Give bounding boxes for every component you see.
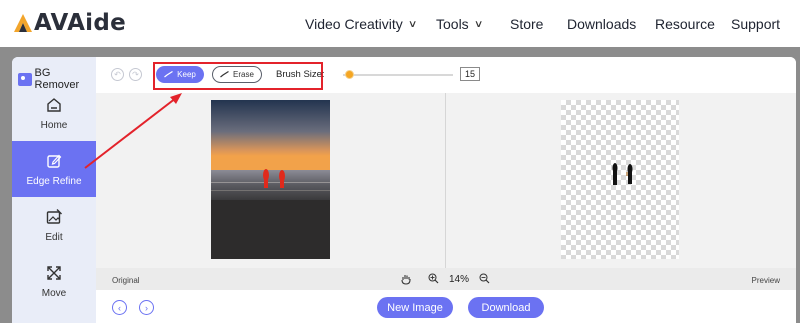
- sidebar-item-home[interactable]: Home: [12, 85, 96, 141]
- sidebar: BG Remover Home Edge Refine Edit Move: [12, 57, 96, 323]
- undo-icon: ↶: [114, 70, 121, 79]
- brush-size-label: Brush Size:: [276, 69, 325, 80]
- cutout-figures: [612, 163, 633, 185]
- sidebar-item-label: Edge Refine: [26, 175, 82, 187]
- brush-size-slider-thumb[interactable]: [344, 70, 354, 79]
- next-button[interactable]: ›: [139, 300, 154, 315]
- logo-mark-icon: [14, 14, 32, 32]
- status-bar: Original 14% Preview: [96, 268, 796, 290]
- sidebar-item-label: Home: [40, 119, 68, 131]
- eraser-icon: [220, 71, 229, 78]
- canvas-area: [96, 93, 796, 268]
- sidebar-item-edit[interactable]: Edit: [12, 197, 96, 253]
- sidebar-item-label: Edit: [45, 231, 63, 243]
- sunset-beach-photo: [211, 100, 330, 259]
- erase-label: Erase: [233, 70, 254, 79]
- preview-label: Preview: [751, 276, 780, 285]
- nav-downloads[interactable]: Downloads: [567, 16, 636, 32]
- chevron-left-icon: ‹: [118, 302, 121, 313]
- zoom-level: 14%: [449, 274, 470, 285]
- bottom-bar: ‹ › New Image Download: [96, 290, 796, 323]
- original-label: Original: [112, 276, 140, 285]
- chevron-down-icon: ∨: [407, 18, 418, 30]
- brush-size-slider[interactable]: [343, 74, 453, 76]
- previous-button[interactable]: ‹: [112, 300, 127, 315]
- sidebar-item-edge-refine[interactable]: Edge Refine: [12, 141, 96, 197]
- erase-button[interactable]: Erase: [212, 66, 262, 83]
- nav-label: Tools: [436, 16, 469, 32]
- redo-icon: ↷: [132, 70, 139, 79]
- home-icon: [47, 97, 61, 112]
- nav-label: Support: [731, 16, 781, 32]
- nav-support[interactable]: Support: [731, 16, 780, 32]
- keep-button[interactable]: Keep: [156, 66, 204, 83]
- chevron-right-icon: ›: [145, 302, 148, 313]
- nav-label: Downloads: [567, 16, 637, 32]
- undo-button[interactable]: ↶: [111, 68, 124, 81]
- hand-icon[interactable]: [400, 273, 412, 285]
- nav-label: Video Creativity: [305, 16, 403, 32]
- nav-store[interactable]: Store: [510, 16, 543, 32]
- edit-square-icon: [47, 154, 62, 168]
- nav-resource[interactable]: Resource: [655, 16, 715, 32]
- new-image-button[interactable]: New Image: [377, 297, 453, 318]
- site-header: AVAide Video Creativity ∨ Tools ∨ Store …: [0, 0, 800, 47]
- nav-tools[interactable]: Tools ∨: [436, 16, 484, 32]
- zoom-out-icon[interactable]: [479, 273, 490, 284]
- chevron-down-icon: ∨: [473, 18, 484, 30]
- canvas-divider: [445, 93, 446, 268]
- brush-icon: [164, 71, 173, 78]
- image-edit-icon: [46, 208, 62, 224]
- bg-remover-app: BG Remover Home Edge Refine Edit Move ↶ …: [12, 57, 796, 323]
- nav-label: Store: [510, 16, 544, 32]
- toolbar: ↶ ↷ Keep Erase Brush Size: 15: [96, 57, 796, 93]
- keep-label: Keep: [177, 70, 196, 79]
- site-logo[interactable]: AVAide: [12, 9, 126, 37]
- preview-image[interactable]: [561, 100, 679, 259]
- nav-video-creativity[interactable]: Video Creativity ∨: [305, 16, 418, 32]
- nav-label: Resource: [655, 16, 715, 32]
- sidebar-item-label: Move: [41, 287, 67, 299]
- bg-remover-logo-icon: [18, 72, 32, 86]
- redo-button[interactable]: ↷: [129, 68, 142, 81]
- brush-size-value[interactable]: 15: [460, 67, 480, 81]
- brand-name: AVAide: [34, 10, 127, 36]
- original-image[interactable]: [211, 100, 330, 259]
- download-button[interactable]: Download: [468, 297, 544, 318]
- move-arrows-icon: [47, 265, 61, 280]
- zoom-in-icon[interactable]: [428, 273, 439, 284]
- sidebar-item-move[interactable]: Move: [12, 253, 96, 309]
